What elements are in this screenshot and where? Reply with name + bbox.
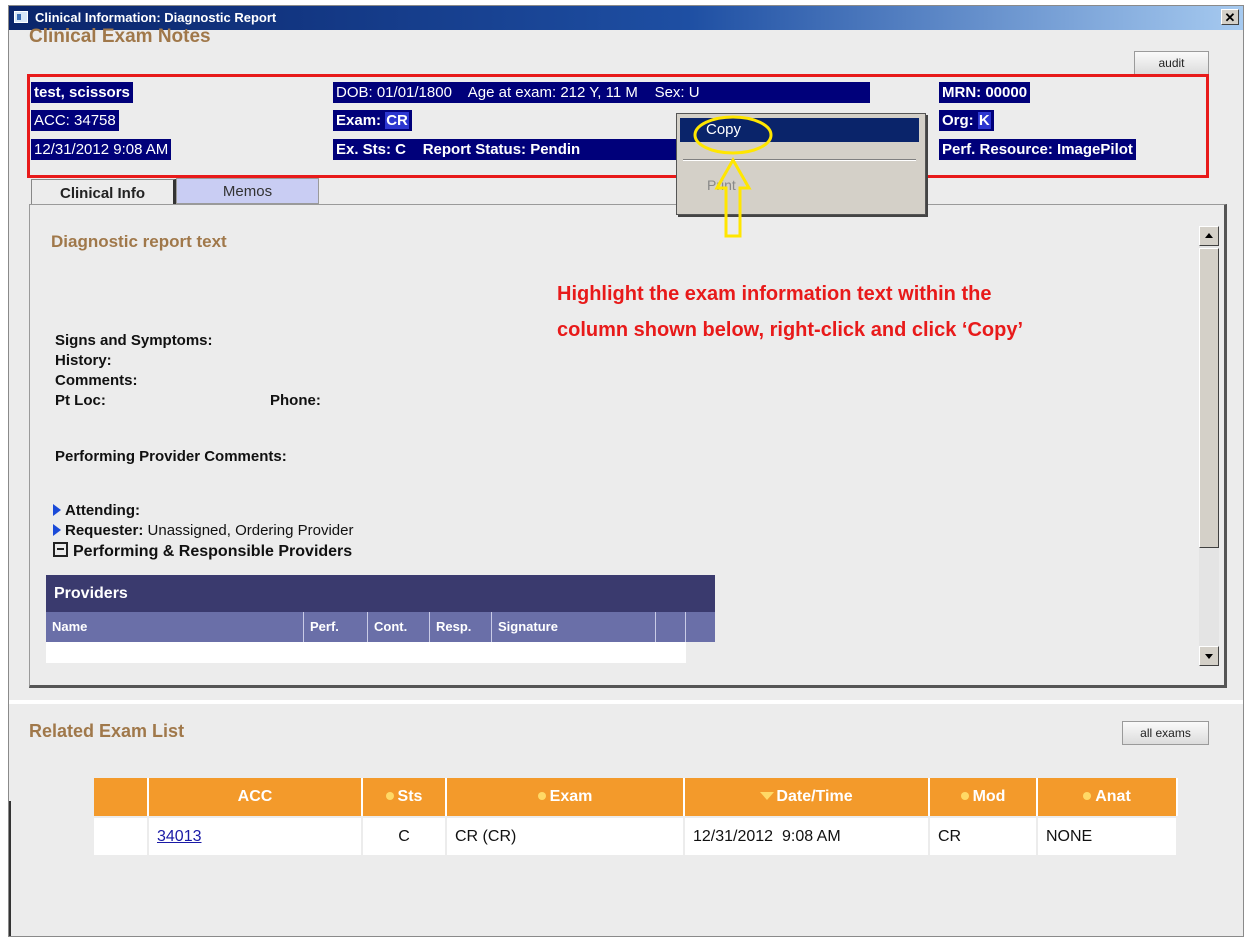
performing-provider-comments-label: Performing Provider Comments: <box>55 448 287 465</box>
section-divider <box>9 700 1243 704</box>
tab-clinical-info[interactable]: Clinical Info <box>31 179 176 207</box>
col-datetime-label: Date/Time <box>776 788 853 805</box>
performing-responsible-label: Performing & Responsible Providers <box>73 543 353 560</box>
sort-descending-icon <box>760 792 775 800</box>
acc-link[interactable]: 34013 <box>157 828 202 845</box>
related-exam-list-title: Related Exam List <box>29 721 185 741</box>
col-exam[interactable]: Exam <box>447 778 685 816</box>
requester-row[interactable]: Requester: Unassigned, Ordering Provider <box>53 522 353 539</box>
col-signature[interactable]: Signature <box>492 612 656 642</box>
col-mod[interactable]: Mod <box>930 778 1038 816</box>
sort-dot-icon <box>1083 792 1092 800</box>
close-button[interactable]: ✕ <box>1221 9 1239 25</box>
history-label: History: <box>55 352 112 369</box>
col-sts-label: Sts <box>397 788 423 805</box>
up-arrow-annotation-icon <box>714 156 752 238</box>
instruction-line-1: Highlight the exam information text with… <box>557 283 992 305</box>
annotation-overlay <box>693 115 773 238</box>
expand-triangle-icon[interactable] <box>53 524 61 536</box>
row-mod-cell: CR <box>930 818 1038 855</box>
scroll-down-button[interactable] <box>1199 646 1219 666</box>
col-mod-label: Mod <box>972 788 1006 805</box>
window-title: Clinical Information: Diagnostic Report <box>35 10 277 25</box>
col-resp[interactable]: Resp. <box>430 612 492 642</box>
providers-table: Providers Name Perf. Cont. Resp. Signatu… <box>46 575 715 663</box>
col-sts[interactable]: Sts <box>363 778 447 816</box>
col-select <box>94 778 149 816</box>
col-anat-label: Anat <box>1095 788 1131 805</box>
left-border-line <box>9 801 11 936</box>
pt-loc-label: Pt Loc: <box>55 392 106 409</box>
audit-button[interactable]: audit <box>1134 51 1209 75</box>
instruction-line-2: column shown below, right-click and clic… <box>557 319 1023 341</box>
scroll-up-button[interactable] <box>1199 226 1219 246</box>
sort-dot-icon <box>537 792 546 800</box>
attending-row[interactable]: Attending: <box>53 502 140 519</box>
col-name[interactable]: Name <box>46 612 304 642</box>
providers-table-title: Providers <box>46 575 715 612</box>
window-app-icon <box>14 11 28 23</box>
requester-value: Unassigned, Ordering Provider <box>143 522 354 539</box>
row-exam-cell: CR (CR) <box>447 818 685 855</box>
report-scrollbar[interactable] <box>1199 226 1219 666</box>
signs-symptoms-label: Signs and Symptoms: <box>55 332 213 349</box>
row-anat-cell: NONE <box>1038 818 1178 855</box>
providers-table-header: Name Perf. Cont. Resp. Signature <box>46 612 715 642</box>
diagnostic-report-window: Clinical Information: Diagnostic Report … <box>8 5 1244 937</box>
col-datetime[interactable]: Date/Time <box>685 778 930 816</box>
all-exams-button[interactable]: all exams <box>1122 721 1209 745</box>
requester-label: Requester: <box>65 522 144 539</box>
col-extra <box>656 612 686 642</box>
tab-memos[interactable]: Memos <box>176 178 319 204</box>
scroll-thumb[interactable] <box>1199 248 1219 548</box>
col-exam-label: Exam <box>549 788 593 805</box>
col-anat[interactable]: Anat <box>1038 778 1178 816</box>
copy-circle-annotation <box>693 115 773 155</box>
phone-label: Phone: <box>270 392 321 409</box>
row-datetime-cell: 12/31/2012 9:08 AM <box>685 818 930 855</box>
col-acc[interactable]: ACC <box>149 778 363 816</box>
clinical-exam-notes-title: Clinical Exam Notes <box>29 26 211 47</box>
col-perf[interactable]: Perf. <box>304 612 368 642</box>
up-arrow-icon <box>1205 233 1213 238</box>
comments-label: Comments: <box>55 372 138 389</box>
attending-label: Attending: <box>65 502 140 519</box>
providers-table-body <box>46 642 686 663</box>
expand-triangle-icon[interactable] <box>53 504 61 516</box>
col-cont[interactable]: Cont. <box>368 612 430 642</box>
performing-responsible-row[interactable]: Performing & Responsible Providers <box>53 542 352 561</box>
collapse-minus-icon[interactable] <box>53 542 68 557</box>
row-select-cell[interactable] <box>94 818 149 855</box>
exam-info-highlight-box <box>27 74 1209 178</box>
row-acc-cell: 34013 <box>149 818 363 855</box>
down-arrow-icon <box>1205 654 1213 659</box>
sort-dot-icon <box>385 792 394 800</box>
sort-dot-icon <box>960 792 969 800</box>
row-sts-cell: C <box>363 818 447 855</box>
diagnostic-report-heading: Diagnostic report text <box>51 232 227 251</box>
